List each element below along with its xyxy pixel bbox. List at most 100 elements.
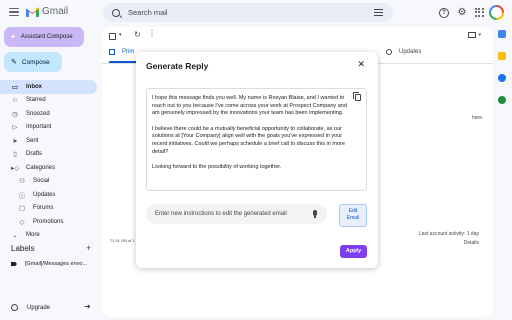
sidebar-item-label: Starred xyxy=(26,97,46,104)
inbox-hint-text: here. xyxy=(472,115,484,121)
sidebar-item-label: Promotions xyxy=(33,218,64,225)
sparkle-icon: ✦ xyxy=(10,34,16,41)
tag-icon: ▸◇ xyxy=(11,164,20,172)
info-icon: ⓘ xyxy=(18,192,26,200)
sidebar-item-social[interactable]: ⚇ Social xyxy=(0,175,97,189)
menu-icon[interactable] xyxy=(9,8,19,16)
inbox-tab-icon xyxy=(109,49,115,55)
avatar[interactable] xyxy=(489,5,504,20)
sidebar-nav: ▭ Inbox ☆ Starred ◷ Snoozed ▷ Important ➤ Sen… xyxy=(0,80,97,242)
sidebar-item-forums[interactable]: ▢ Forums xyxy=(0,202,97,216)
send-icon: ➤ xyxy=(12,137,18,145)
top-bar: Gmail Search mail ? ⚙ xyxy=(0,0,512,26)
sidebar-item-sent[interactable]: ➤ Sent xyxy=(0,134,97,148)
account-activity: Last account activity: 1 day Details xyxy=(419,230,479,248)
gmail-logo[interactable]: Gmail xyxy=(26,6,68,17)
upgrade-label: Upgrade xyxy=(27,304,51,311)
sidebar-item-label: Inbox xyxy=(26,83,42,90)
keep-icon[interactable] xyxy=(498,52,506,60)
search-bar[interactable]: Search mail xyxy=(103,3,393,22)
tab-primary[interactable]: Prim xyxy=(109,49,134,55)
generated-reply-text[interactable]: I hope this message finds you well. My n… xyxy=(146,88,367,191)
upgrade-icon xyxy=(11,304,18,311)
copy-icon[interactable] xyxy=(353,92,361,101)
info-icon xyxy=(386,49,392,55)
edit-email-button[interactable]: Edit Email xyxy=(339,204,367,227)
gear-icon[interactable]: ⚙ xyxy=(457,8,467,18)
search-options-icon[interactable] xyxy=(374,9,383,16)
select-dropdown-icon[interactable]: ▾ xyxy=(119,32,122,38)
labels-heading: Labels xyxy=(11,244,35,253)
help-icon[interactable]: ? xyxy=(439,8,449,18)
generate-reply-dialog: Generate Reply ✕ I hope this message fin… xyxy=(136,52,378,268)
refresh-icon[interactable]: ↻ xyxy=(134,30,141,39)
add-label-icon[interactable]: + xyxy=(86,243,91,253)
sidebar-item-label: Updates xyxy=(33,191,56,198)
sidebar-item-label: Sent xyxy=(26,137,39,144)
search-input[interactable]: Search mail xyxy=(128,8,168,17)
compose-button[interactable]: ✎ Compose xyxy=(4,52,62,72)
inbox-icon: ▭ xyxy=(11,83,19,91)
sidebar-item-categories[interactable]: ▸◇ Categories xyxy=(0,161,97,175)
apply-button[interactable]: Apply xyxy=(340,245,367,258)
microphone-icon[interactable] xyxy=(313,210,317,218)
sidebar-item-snoozed[interactable]: ◷ Snoozed xyxy=(0,107,97,121)
view-dropdown-icon: ▾ xyxy=(478,32,481,38)
gmail-m-icon xyxy=(26,7,39,17)
label-important-icon: ▷ xyxy=(12,124,18,132)
reply-paragraph: I hope this message finds you well. My n… xyxy=(152,95,347,117)
sidebar-item-more[interactable]: ⌄ More xyxy=(0,229,97,243)
draft-icon: ▯ xyxy=(13,151,17,159)
sidebar-item-drafts[interactable]: ▯ Drafts xyxy=(0,148,97,162)
tab-updates[interactable]: Updates xyxy=(386,49,421,55)
sidebar-item-label: Categories xyxy=(26,164,56,171)
sidebar-item-updates[interactable]: ⓘ Updates xyxy=(0,188,97,202)
sidebar-item-inbox[interactable]: ▭ Inbox xyxy=(0,80,97,94)
app-name: Gmail xyxy=(42,6,69,17)
search-icon[interactable] xyxy=(112,8,120,17)
star-icon: ☆ xyxy=(12,97,18,105)
label-item-text: [Gmail]/Messages envo... xyxy=(25,261,88,267)
chevron-down-icon: ⌄ xyxy=(12,232,18,240)
sidebar-item-label: Drafts xyxy=(26,151,43,158)
select-all-checkbox[interactable] xyxy=(109,33,116,40)
upgrade-button[interactable]: Upgrade xyxy=(11,304,50,311)
close-icon[interactable]: ✕ xyxy=(357,59,365,70)
more-vert-icon[interactable]: ⋮ xyxy=(148,29,156,38)
pencil-icon: ✎ xyxy=(11,59,17,66)
instructions-input[interactable]: Enter new instructions to edit the gener… xyxy=(146,204,327,224)
dialog-title: Generate Reply xyxy=(146,61,209,71)
contacts-icon[interactable] xyxy=(498,96,506,104)
sidebar-item-label: Snoozed xyxy=(26,110,50,117)
sidebar-item-promotions[interactable]: ◇ Promotions xyxy=(0,215,97,229)
reply-paragraph: I believe there could be a mutually bene… xyxy=(152,125,345,155)
tag-icon: ◇ xyxy=(19,218,25,226)
apps-icon[interactable] xyxy=(475,8,484,17)
details-link[interactable]: Details xyxy=(419,239,479,248)
tab-primary-label: Prim xyxy=(122,49,135,55)
sidebar-item-label: More xyxy=(26,232,40,239)
tasks-icon[interactable] xyxy=(498,74,506,82)
tab-updates-label: Updates xyxy=(399,49,422,55)
assistant-compose-label: Assistant Compose xyxy=(20,34,73,40)
chat-icon: ▢ xyxy=(18,205,26,213)
clock-icon: ◷ xyxy=(12,110,18,118)
instructions-placeholder: Enter new instructions to edit the gener… xyxy=(155,211,287,217)
edit-email-label: Email xyxy=(346,215,360,221)
view-toggle[interactable]: ▾ xyxy=(468,32,481,38)
assistant-compose-button[interactable]: ✦ Assistant Compose xyxy=(4,27,84,47)
calendar-icon[interactable] xyxy=(498,30,506,38)
arrow-right-icon[interactable]: ➜ xyxy=(84,302,91,311)
sidebar-item-important[interactable]: ▷ Important xyxy=(0,121,97,135)
compose-label: Compose xyxy=(21,58,50,66)
sidebar-item-label: Social xyxy=(33,178,50,185)
storage-text: 71.91 GB of 1 xyxy=(110,238,135,243)
sidebar-item-label: Forums xyxy=(33,205,54,212)
split-view-icon xyxy=(468,32,477,38)
edit-email-label: Edit xyxy=(348,208,358,214)
reply-paragraph: Looking forward to the possibility of wo… xyxy=(152,163,282,170)
sidebar-label-item[interactable]: [Gmail]/Messages envo... xyxy=(11,261,87,267)
sidebar-item-starred[interactable]: ☆ Starred xyxy=(0,94,97,108)
people-icon: ⚇ xyxy=(19,178,25,186)
sidebar-item-label: Important xyxy=(26,124,52,131)
